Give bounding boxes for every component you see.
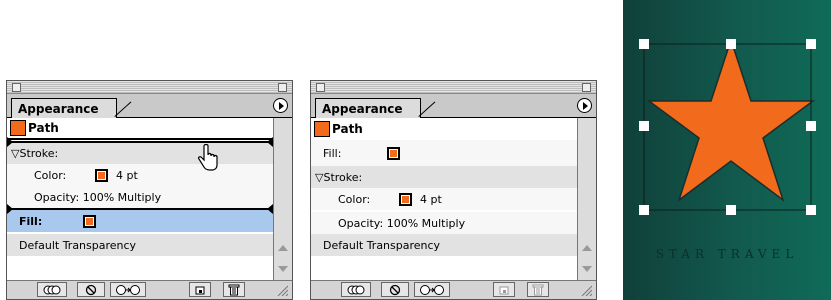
panel-titlebar[interactable] [311, 81, 596, 94]
opacity-label: Opacity: 100% Multiply [34, 190, 162, 204]
trash-icon[interactable] [223, 282, 245, 297]
fill-color-swatch[interactable] [387, 146, 400, 160]
panel-titlebar[interactable] [7, 81, 292, 94]
close-box-icon[interactable] [316, 83, 325, 92]
list-scrollbar[interactable] [273, 118, 292, 281]
artwork-canvas: STAR TRAVEL [623, 0, 831, 300]
selection-handle[interactable] [639, 205, 649, 215]
selection-handle[interactable] [639, 121, 649, 131]
list-item-stroke[interactable]: ▽Stroke: [7, 142, 273, 164]
duplicate-item-icon[interactable] [493, 282, 515, 297]
appearance-list: Path Fill: ▽Stroke: Color: 4 pt Opacity:… [311, 118, 577, 281]
selection-handle[interactable] [806, 39, 816, 49]
color-label: Color: [338, 192, 371, 206]
panel-button-bar [311, 280, 596, 299]
fill-label: Fill: [323, 146, 342, 160]
clear-appearance-icon[interactable] [381, 282, 409, 297]
tab-appearance[interactable]: Appearance [11, 98, 117, 118]
hand-cursor-icon [198, 144, 218, 171]
list-item-stroke-color[interactable]: Color: 4 pt [7, 164, 273, 186]
appearance-list: Path ▽Stroke: Color: 4 pt Opacity: 100% … [7, 118, 273, 281]
list-item-stroke[interactable]: ▽Stroke: [311, 166, 577, 188]
tab-appearance[interactable]: Appearance [315, 98, 421, 118]
list-item-opacity[interactable]: Opacity: 100% Multiply [7, 186, 273, 208]
path-label: Path [28, 121, 59, 135]
list-item-fill[interactable]: Fill: [7, 210, 273, 232]
drag-indicator-top [7, 137, 273, 147]
star-shape [646, 37, 816, 203]
panel-menu-icon[interactable] [273, 98, 288, 113]
resize-grip-icon[interactable] [273, 282, 291, 297]
resize-grip-icon[interactable] [577, 282, 595, 297]
selection-handle[interactable] [726, 39, 736, 49]
list-scrollbar[interactable] [577, 118, 596, 281]
appearance-panel-1: Appearance Path ▽Stroke: Color: 4 pt Opa… [6, 80, 293, 300]
path-label: Path [332, 122, 363, 136]
tab-strip: Appearance [7, 94, 292, 118]
list-item-path[interactable]: Path [311, 118, 577, 140]
clear-appearance-icon[interactable] [77, 282, 105, 297]
selection-handle[interactable] [639, 39, 649, 49]
path-swatch [314, 121, 330, 137]
appearance-panel-2: Appearance Path Fill: ▽Stroke: Color: 4 … [310, 80, 597, 300]
color-label: Color: [34, 168, 67, 182]
panel-menu-icon[interactable] [577, 98, 592, 113]
stroke-label: ▽Stroke: [315, 170, 363, 184]
scroll-down-icon[interactable] [276, 262, 290, 276]
duplicate-item-icon[interactable] [189, 282, 211, 297]
close-box-icon[interactable] [12, 83, 21, 92]
new-art-basic-appearance-icon[interactable] [37, 282, 67, 297]
fill-label: Fill: [19, 214, 43, 228]
new-art-basic-appearance-icon[interactable] [341, 282, 371, 297]
zoom-box-icon[interactable] [582, 83, 591, 92]
selection-handle[interactable] [726, 205, 736, 215]
stroke-weight: 4 pt [116, 168, 138, 182]
reduce-to-basic-appearance-icon[interactable] [414, 282, 450, 297]
list-item-stroke-color[interactable]: Color: 4 pt [311, 188, 577, 210]
stroke-color-swatch[interactable] [95, 168, 108, 182]
opacity-label: Opacity: 100% Multiply [338, 216, 466, 230]
stroke-color-swatch[interactable] [399, 192, 412, 206]
zoom-box-icon[interactable] [278, 83, 287, 92]
list-item-default-transparency[interactable]: Default Transparency [7, 234, 273, 256]
tab-strip: Appearance [311, 94, 596, 118]
stroke-weight: 4 pt [420, 192, 442, 206]
trash-icon[interactable] [527, 282, 549, 297]
list-item-default-transparency[interactable]: Default Transparency [311, 234, 577, 256]
stroke-label: ▽Stroke: [11, 146, 59, 160]
panel-button-bar [7, 280, 292, 299]
scroll-up-icon[interactable] [580, 241, 594, 255]
star-artwork[interactable] [623, 0, 831, 230]
fill-color-swatch[interactable] [83, 214, 96, 228]
reduce-to-basic-appearance-icon[interactable] [110, 282, 146, 297]
transparency-label: Default Transparency [19, 238, 137, 252]
path-swatch [10, 120, 26, 136]
selection-handle[interactable] [806, 121, 816, 131]
scroll-up-icon[interactable] [276, 241, 290, 255]
drag-indicator-bottom [7, 204, 273, 214]
selection-handle[interactable] [806, 205, 816, 215]
artwork-caption: STAR TRAVEL [655, 247, 799, 261]
scroll-down-icon[interactable] [580, 262, 594, 276]
list-item-fill[interactable]: Fill: [311, 140, 577, 166]
list-item-path[interactable]: Path [7, 118, 273, 140]
transparency-label: Default Transparency [323, 238, 441, 252]
list-item-opacity[interactable]: Opacity: 100% Multiply [311, 212, 577, 234]
